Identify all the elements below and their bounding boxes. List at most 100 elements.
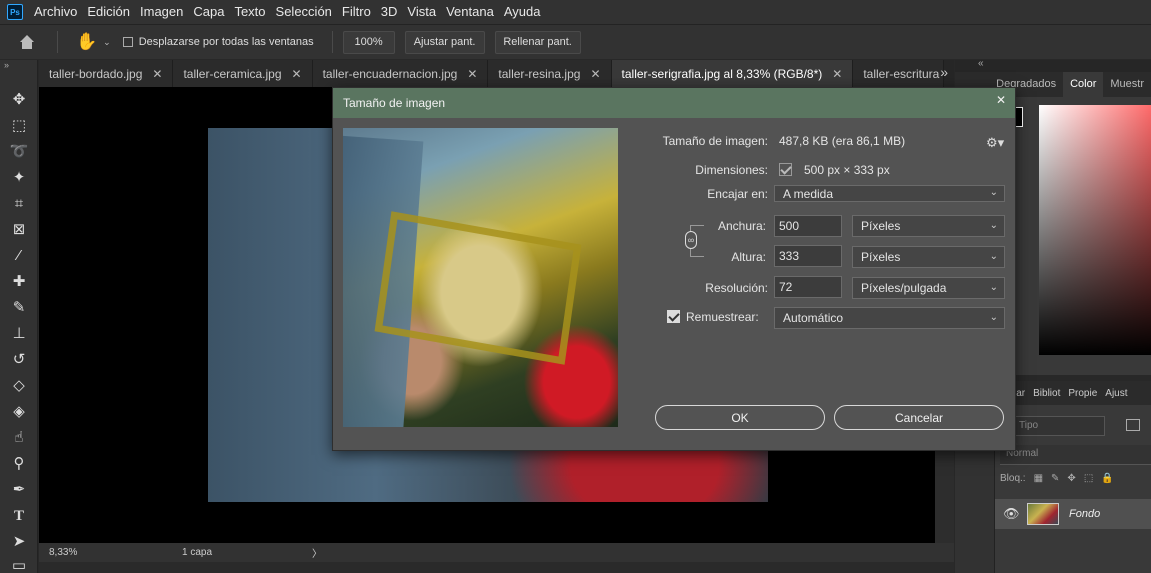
tab-propiedades[interactable]: Propie xyxy=(1064,388,1101,399)
resample-value: Automático xyxy=(783,311,844,325)
marquee-tool-icon[interactable]: ⬚ xyxy=(9,116,29,136)
zoom-level[interactable]: 8,33% xyxy=(49,547,182,558)
chevron-down-icon: ⌄ xyxy=(989,251,998,262)
brush-tool-icon[interactable]: ✎ xyxy=(9,298,29,318)
menu-ayuda[interactable]: Ayuda xyxy=(499,0,546,24)
type-tool-icon[interactable]: T xyxy=(9,506,29,526)
color-picker-field[interactable] xyxy=(1039,105,1151,355)
lock-transparent-icon[interactable]: ▦ xyxy=(1034,473,1043,484)
frame-tool-icon[interactable]: ⊠ xyxy=(9,220,29,240)
menu-archivo[interactable]: Archivo xyxy=(29,0,82,24)
lock-row: Bloq.: ▦ ✎ ✥ ⬚ 🔒 xyxy=(1000,473,1114,484)
resolution-unit-select[interactable]: Píxeles/pulgada ⌄ xyxy=(852,277,1005,299)
tab-label: taller-ceramica.jpg xyxy=(183,66,282,81)
scroll-all-windows-checkbox[interactable] xyxy=(122,37,133,47)
resample-checkbox[interactable] xyxy=(667,310,680,323)
lasso-tool-icon[interactable]: ➰ xyxy=(9,142,29,162)
width-unit-select[interactable]: Píxeles ⌄ xyxy=(852,215,1005,237)
clone-stamp-tool-icon[interactable]: ⊥ xyxy=(9,324,29,344)
blend-mode-select[interactable]: Normal xyxy=(1000,445,1151,465)
close-icon[interactable]: ✕ xyxy=(152,67,162,81)
resolution-input[interactable]: 72 xyxy=(774,276,842,298)
menu-texto[interactable]: Texto xyxy=(229,0,270,24)
tab-taller-escritura[interactable]: taller-escritura xyxy=(853,60,945,87)
pen-tool-icon[interactable]: ✒ xyxy=(9,480,29,500)
height-input[interactable]: 333 xyxy=(774,245,842,267)
chevron-down-icon[interactable]: ⌄ xyxy=(103,37,111,48)
dodge-tool-icon[interactable]: ⚲ xyxy=(9,454,29,474)
ok-button[interactable]: OK xyxy=(655,405,825,430)
height-unit-value: Píxeles xyxy=(861,250,901,264)
tab-label: taller-encuadernacion.jpg xyxy=(322,66,458,81)
gear-icon[interactable]: ⚙▾ xyxy=(986,135,1004,151)
close-icon[interactable]: ✕ xyxy=(467,67,477,81)
resample-select[interactable]: Automático ⌄ xyxy=(774,307,1005,329)
path-selection-tool-icon[interactable]: ➤ xyxy=(9,532,29,552)
lock-position-icon[interactable]: ✥ xyxy=(1067,473,1075,484)
menu-vista[interactable]: Vista xyxy=(402,0,441,24)
zoom-100-button[interactable]: 100% xyxy=(342,30,395,54)
paint-bucket-tool-icon[interactable]: ◈ xyxy=(9,402,29,422)
lock-all-icon[interactable]: 🔒 xyxy=(1101,473,1113,484)
close-icon[interactable]: ✕ xyxy=(996,93,1006,107)
close-icon[interactable]: ✕ xyxy=(590,67,600,81)
lock-pixels-icon[interactable]: ✎ xyxy=(1051,473,1059,484)
tab-ajustes[interactable]: Ajust xyxy=(1101,388,1131,399)
menu-ventana[interactable]: Ventana xyxy=(441,0,499,24)
rectangle-tool-icon[interactable]: ▭ xyxy=(9,556,29,573)
layer-thumbnail xyxy=(1027,503,1059,525)
menu-3d[interactable]: 3D xyxy=(376,0,403,24)
close-icon[interactable]: ✕ xyxy=(292,67,302,81)
tab-taller-encuadernacion[interactable]: taller-encuadernacion.jpg ✕ xyxy=(312,60,489,87)
dimensions-label: Dimensiones: xyxy=(695,163,768,177)
tab-bibliotecas[interactable]: Bibliot xyxy=(1029,388,1064,399)
layer-row[interactable]: 👁 Fondo xyxy=(995,499,1151,529)
dialog-title: Tamaño de imagen xyxy=(343,96,446,110)
menu-filtro[interactable]: Filtro xyxy=(337,0,376,24)
dimensions-toggle[interactable] xyxy=(779,163,792,176)
tab-taller-bordado[interactable]: taller-bordado.jpg ✕ xyxy=(39,60,174,87)
more-tabs-icon[interactable]: » xyxy=(940,64,948,80)
chain-link-icon[interactable]: ∞ xyxy=(685,231,697,249)
menu-imagen[interactable]: Imagen xyxy=(135,0,188,24)
fit-to-select[interactable]: A medida ⌄ xyxy=(774,185,1005,202)
cancel-button[interactable]: Cancelar xyxy=(834,405,1004,430)
menu-capa[interactable]: Capa xyxy=(188,0,229,24)
height-unit-select[interactable]: Píxeles ⌄ xyxy=(852,246,1005,268)
eraser-tool-icon[interactable]: ◇ xyxy=(9,376,29,396)
tab-taller-ceramica[interactable]: taller-ceramica.jpg ✕ xyxy=(173,60,313,87)
crop-tool-icon[interactable]: ⌗ xyxy=(9,194,29,214)
tab-color[interactable]: Color xyxy=(1063,72,1104,97)
move-tool-icon[interactable]: ✥ xyxy=(9,90,29,110)
image-preview[interactable] xyxy=(343,128,618,427)
fit-to-label: Encajar en: xyxy=(707,187,768,201)
document-tabs: taller-bordado.jpg ✕ taller-ceramica.jpg ✕… xyxy=(39,60,954,87)
chevron-right-icon[interactable]: 〉 xyxy=(312,545,322,560)
magic-wand-tool-icon[interactable]: ✦ xyxy=(9,168,29,188)
lock-artboard-icon[interactable]: ⬚ xyxy=(1084,473,1093,484)
image-filter-icon[interactable] xyxy=(1126,419,1140,431)
tab-taller-serigrafia[interactable]: taller-serigrafia.jpg al 8,33% (RGB/8*) ✕ xyxy=(611,60,854,87)
healing-brush-tool-icon[interactable]: ✚ xyxy=(9,272,29,292)
dialog-title-bar[interactable]: Tamaño de imagen ✕ xyxy=(333,88,1015,118)
collapse-dock-icon[interactable]: « xyxy=(978,58,984,69)
eyedropper-tool-icon[interactable]: ⁄ xyxy=(9,246,29,266)
history-brush-tool-icon[interactable]: ↺ xyxy=(9,350,29,370)
fit-screen-button[interactable]: Ajustar pant. xyxy=(404,30,485,54)
close-icon[interactable]: ✕ xyxy=(832,67,842,81)
home-icon[interactable] xyxy=(19,35,35,49)
collapse-panel-icon[interactable]: » xyxy=(4,60,9,70)
tab-taller-resina[interactable]: taller-resina.jpg ✕ xyxy=(488,60,612,87)
eye-icon[interactable]: 👁 xyxy=(1003,506,1023,522)
layer-name[interactable]: Fondo xyxy=(1069,508,1100,520)
menu-seleccion[interactable]: Selección xyxy=(271,0,337,24)
layer-filter-select[interactable]: Tipo xyxy=(1013,416,1105,436)
tab-muestras[interactable]: Muestr xyxy=(1103,72,1151,97)
chevron-down-icon: ⌄ xyxy=(989,282,998,293)
menu-edicion[interactable]: Edición xyxy=(82,0,135,24)
width-input[interactable]: 500 xyxy=(774,215,842,237)
smudge-tool-icon[interactable]: ☝ xyxy=(9,428,29,448)
hand-tool-icon[interactable]: ✋ xyxy=(76,32,97,52)
image-size-value: 487,8 KB (era 86,1 MB) xyxy=(779,134,906,148)
fill-screen-button[interactable]: Rellenar pant. xyxy=(494,30,581,54)
